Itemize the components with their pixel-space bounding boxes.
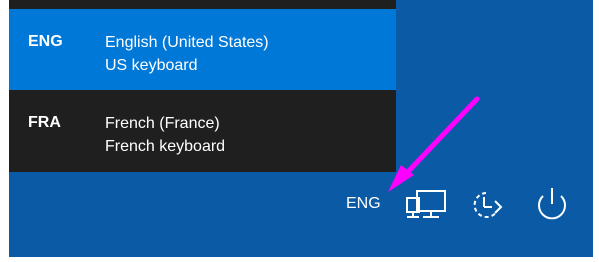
keyboard-layout: US keyboard <box>105 57 198 74</box>
network-icon[interactable] <box>403 186 449 224</box>
power-icon[interactable] <box>531 184 573 226</box>
language-item-fra[interactable]: FRA French (France) French keyboard <box>9 90 396 172</box>
ease-of-access-icon[interactable] <box>464 185 508 225</box>
language-name: French (France) <box>105 115 220 132</box>
menu-top-strip <box>9 0 396 9</box>
language-code: FRA <box>28 114 61 131</box>
input-language-menu: ENG English (United States) US keyboard … <box>9 0 396 172</box>
language-item-eng[interactable]: ENG English (United States) US keyboard <box>9 9 396 90</box>
language-code: ENG <box>28 33 63 50</box>
input-language-indicator[interactable]: ENG <box>346 195 381 213</box>
keyboard-layout: French keyboard <box>105 138 226 155</box>
screen: ENG English (United States) US keyboard … <box>0 0 599 262</box>
language-description: French (France) French keyboard <box>105 112 225 158</box>
language-name: English (United States) <box>105 34 269 51</box>
language-description: English (United States) US keyboard <box>105 31 269 77</box>
